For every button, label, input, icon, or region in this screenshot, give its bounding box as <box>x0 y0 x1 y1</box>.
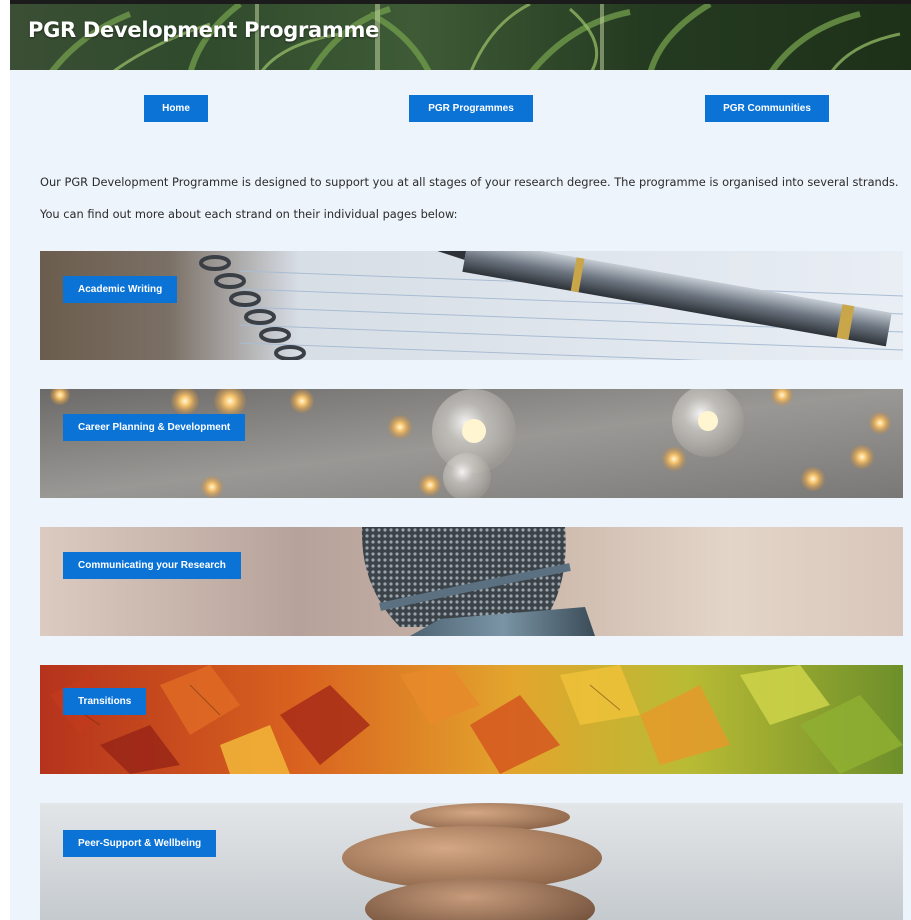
autumn-leaves-image <box>40 665 903 774</box>
intro-line-2: You can find out more about each strand … <box>40 207 458 221</box>
nav-pgr-communities-button[interactable]: PGR Communities <box>705 95 829 122</box>
nav-pgr-programmes-button[interactable]: PGR Programmes <box>409 95 533 122</box>
nav-home-button[interactable]: Home <box>144 95 208 122</box>
microphone-image <box>40 527 903 636</box>
peer-support-wellbeing-button[interactable]: Peer-Support & Wellbeing <box>63 830 217 857</box>
stacked-stones-image <box>40 803 903 920</box>
intro-line-1: Our PGR Development Programme is designe… <box>40 175 899 189</box>
strand-transitions[interactable]: Transitions <box>40 665 903 774</box>
communicating-research-button[interactable]: Communicating your Research <box>63 552 241 579</box>
strand-academic-writing[interactable]: Academic Writing <box>40 251 903 360</box>
career-planning-button[interactable]: Career Planning & Development <box>63 414 246 441</box>
strand-peer-support-wellbeing[interactable]: Peer-Support & Wellbeing <box>40 803 903 920</box>
light-bulbs-image <box>40 389 903 498</box>
strand-communicating-research[interactable]: Communicating your Research <box>40 527 903 636</box>
page: PGR Development Programme Home PGR Progr… <box>10 0 911 920</box>
academic-writing-button[interactable]: Academic Writing <box>63 276 178 303</box>
header-banner: PGR Development Programme <box>10 4 911 70</box>
notebook-pen-image <box>40 251 903 360</box>
strand-career-planning[interactable]: Career Planning & Development <box>40 389 903 498</box>
transitions-button[interactable]: Transitions <box>63 688 147 715</box>
page-title: PGR Development Programme <box>28 18 380 42</box>
